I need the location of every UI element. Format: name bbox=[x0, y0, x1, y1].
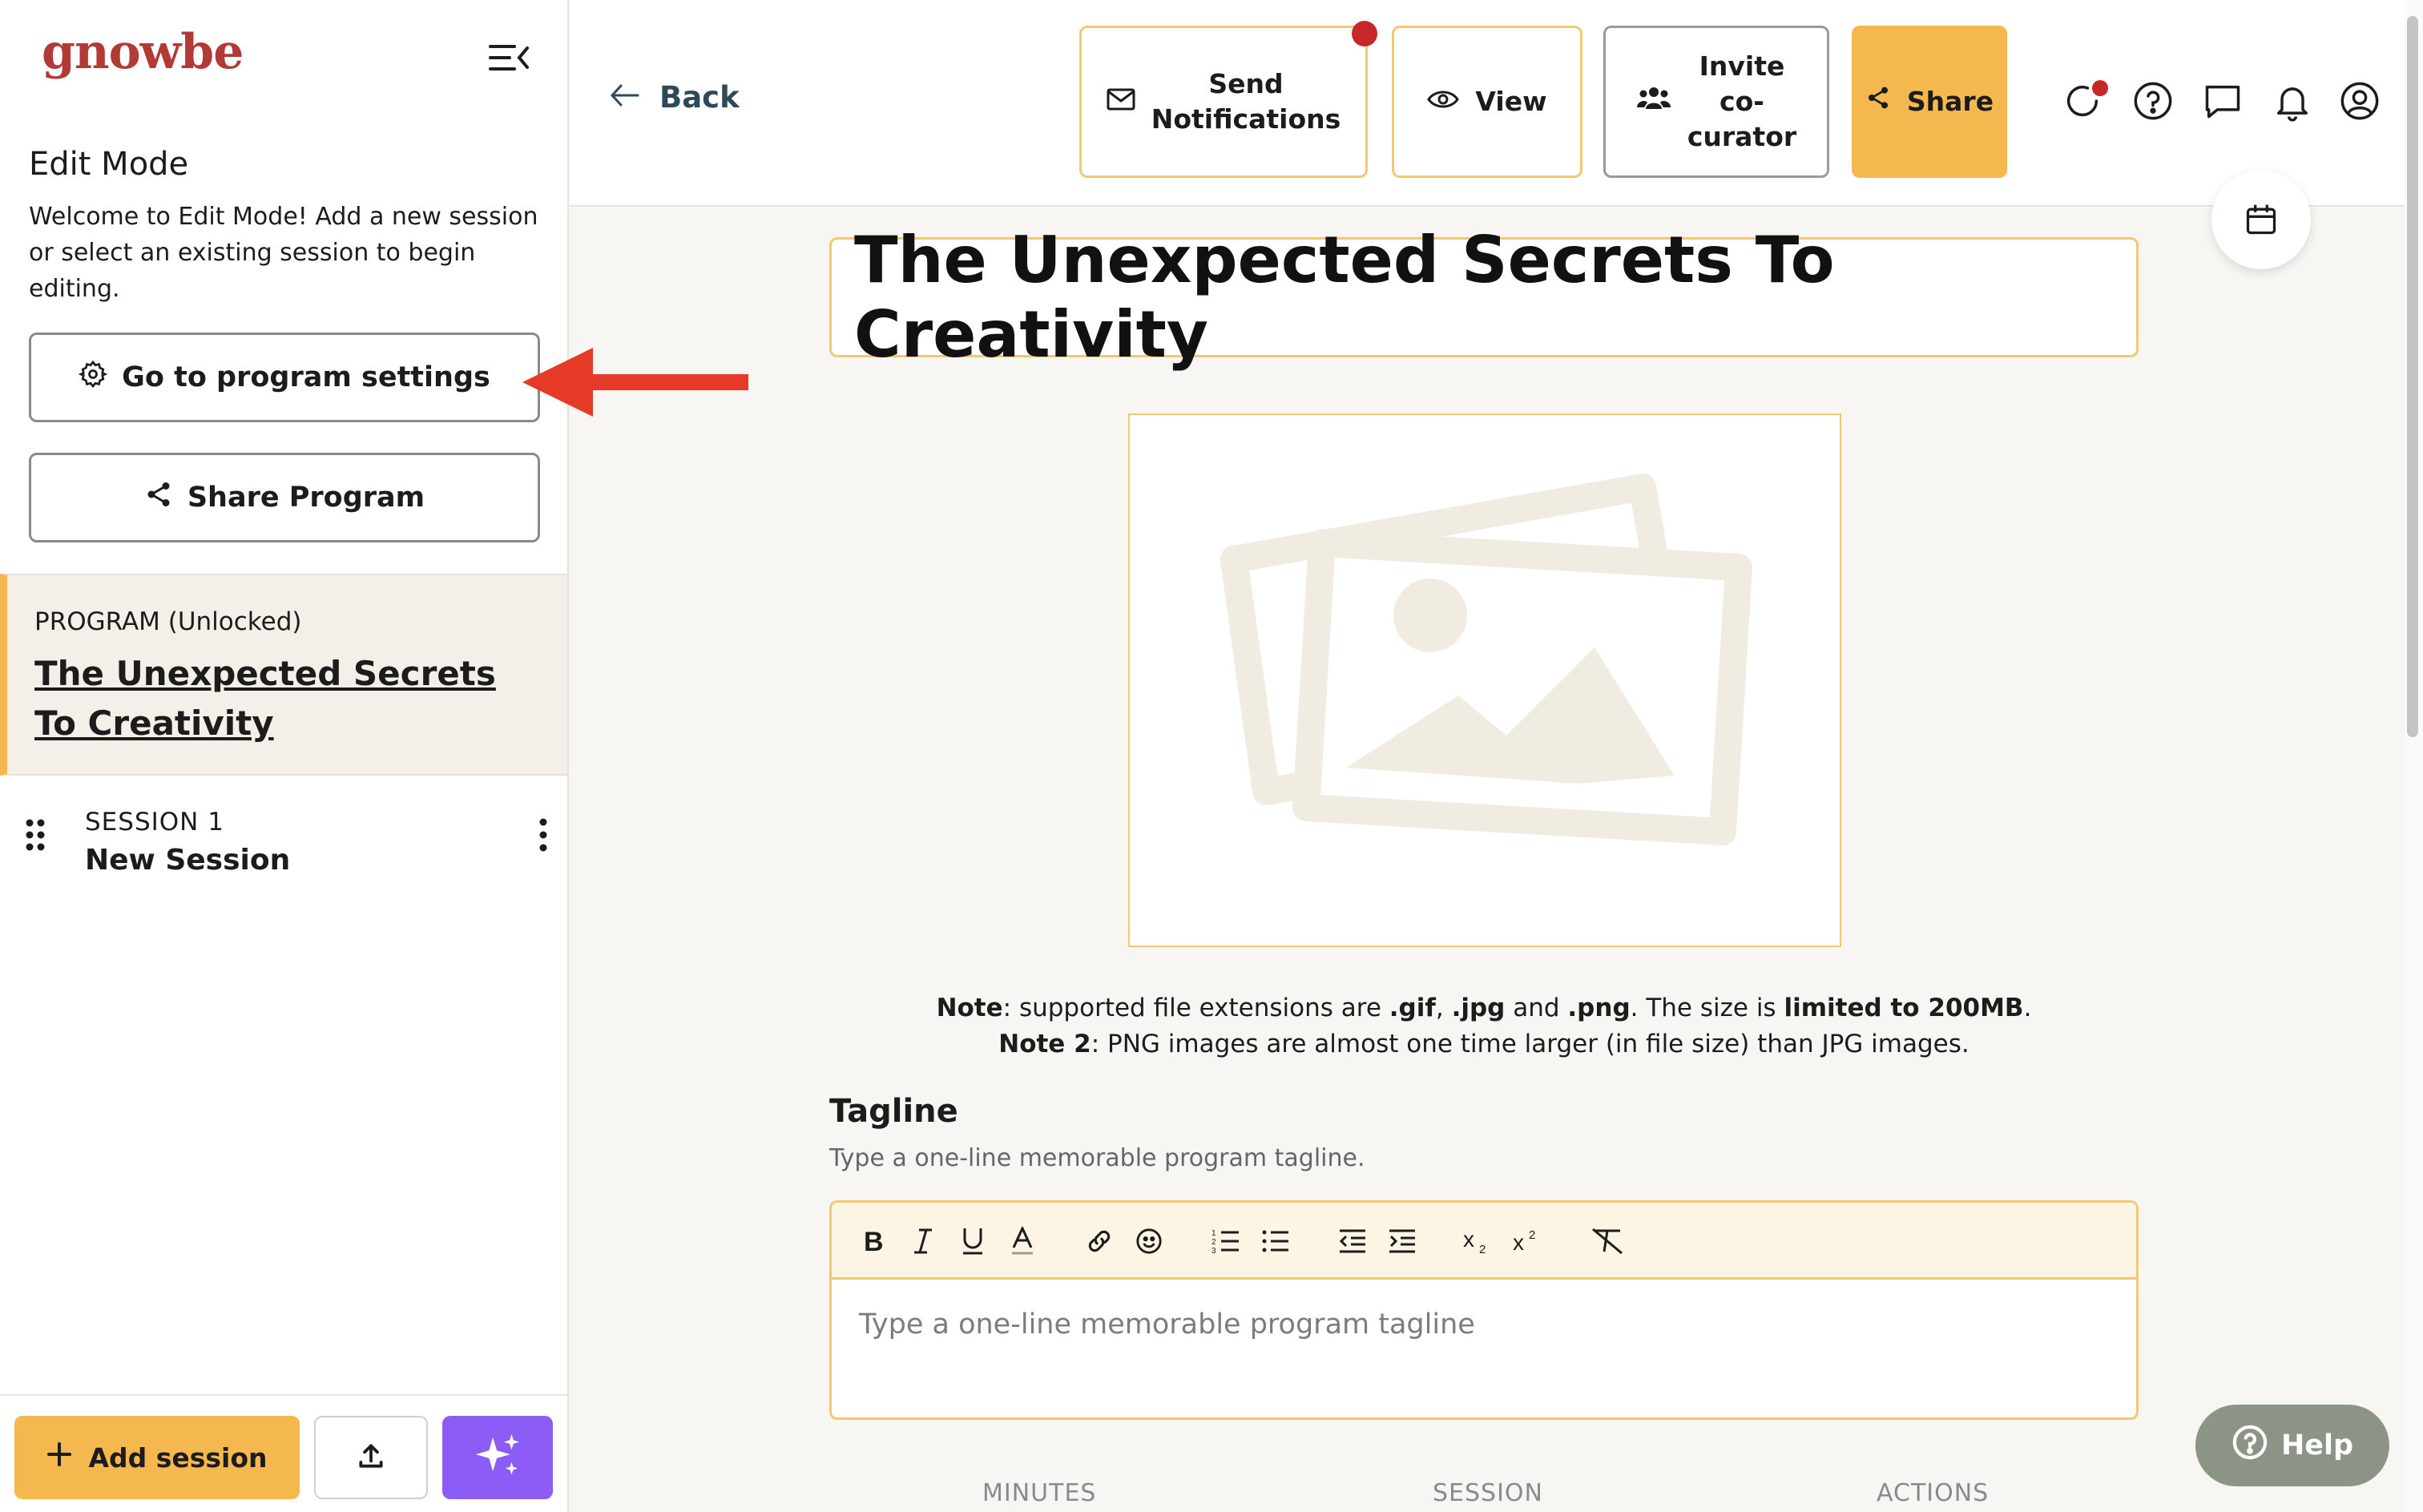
send-label-line1: Send bbox=[1208, 68, 1284, 99]
invite-cocurator-button[interactable]: Invite co- curator bbox=[1603, 26, 1829, 178]
program-title-input[interactable]: The Unexpected Secrets To Creativity bbox=[829, 223, 2139, 372]
svg-text:1: 1 bbox=[1212, 1229, 1216, 1238]
svg-text:B: B bbox=[864, 1228, 884, 1255]
help-circle-icon bbox=[2231, 1424, 2268, 1468]
bell-icon[interactable] bbox=[2272, 80, 2313, 122]
outdent-icon[interactable] bbox=[1333, 1222, 1372, 1260]
program-settings-button[interactable]: Go to program settings bbox=[29, 333, 540, 422]
note-line-2: Note 2: PNG images are almost one time l… bbox=[998, 1030, 1969, 1058]
share-button[interactable]: Share bbox=[1852, 26, 2007, 178]
add-session-button[interactable]: Add session bbox=[14, 1416, 300, 1499]
image-placeholder-icon bbox=[1220, 474, 1752, 845]
help-button[interactable]: Help bbox=[2195, 1405, 2389, 1486]
arrow-left-icon bbox=[610, 80, 640, 115]
indent-icon[interactable] bbox=[1383, 1222, 1421, 1260]
invite-label-line1: Invite bbox=[1699, 50, 1785, 82]
column-header-session: SESSION bbox=[1433, 1479, 1543, 1507]
ordered-list-icon[interactable]: 123 bbox=[1207, 1222, 1245, 1260]
program-settings-label: Go to program settings bbox=[122, 361, 490, 393]
ai-generate-button[interactable] bbox=[442, 1416, 553, 1499]
bold-icon[interactable]: B bbox=[854, 1222, 893, 1260]
program-name-link[interactable]: The Unexpected Secrets To Creativity bbox=[34, 649, 531, 748]
note-line-1: Note: supported file extensions are .gif… bbox=[936, 994, 2032, 1022]
svg-text:2: 2 bbox=[1529, 1228, 1535, 1242]
subscript-icon[interactable]: x2 bbox=[1460, 1222, 1498, 1260]
program-item[interactable]: PROGRAM (Unlocked) The Unexpected Secret… bbox=[0, 574, 567, 776]
calendar-icon[interactable] bbox=[2211, 170, 2311, 269]
help-circle-icon[interactable] bbox=[2132, 80, 2174, 122]
column-header-actions: ACTIONS bbox=[1877, 1479, 1990, 1507]
cover-image-upload[interactable] bbox=[1128, 413, 1841, 947]
share-icon bbox=[1865, 84, 1891, 119]
notification-badge bbox=[1352, 21, 1377, 46]
share-label: Share bbox=[1906, 86, 1994, 117]
share-program-label: Share Program bbox=[187, 482, 425, 514]
file-note: Note: supported file extensions are .gif… bbox=[829, 990, 2139, 1062]
session-name: New Session bbox=[85, 844, 291, 877]
view-button[interactable]: View bbox=[1392, 26, 1582, 178]
sidebar: gnowbe Edit Mode Welcome to Edit Mode! A… bbox=[0, 0, 569, 1512]
clear-format-icon[interactable] bbox=[1588, 1222, 1627, 1260]
edit-mode-title: Edit Mode bbox=[29, 146, 189, 183]
italic-icon[interactable] bbox=[904, 1222, 942, 1260]
share-program-button[interactable]: Share Program bbox=[29, 453, 540, 542]
back-label: Back bbox=[659, 80, 740, 115]
plus-icon bbox=[46, 1441, 72, 1474]
invite-label-line2: co- bbox=[1719, 86, 1764, 117]
tagline-help-text: Type a one-line memorable program taglin… bbox=[829, 1144, 1365, 1172]
session-list-item[interactable]: SESSION 1 New Session bbox=[0, 793, 567, 889]
bullet-list-icon[interactable] bbox=[1256, 1222, 1295, 1260]
send-label-line2: Notifications bbox=[1151, 103, 1341, 135]
program-status-tag: PROGRAM (Unlocked) bbox=[34, 607, 302, 636]
sidebar-footer: Add session bbox=[0, 1394, 567, 1512]
link-icon[interactable] bbox=[1080, 1222, 1119, 1260]
back-button[interactable]: Back bbox=[610, 80, 740, 115]
annotation-arrow bbox=[521, 346, 753, 418]
upload-button[interactable] bbox=[314, 1416, 428, 1499]
top-bar: Back Send Notifications View Invite co- … bbox=[570, 0, 2405, 207]
svg-text:x: x bbox=[1513, 1230, 1524, 1255]
text-color-icon[interactable] bbox=[1003, 1222, 1042, 1260]
drag-handle-icon[interactable] bbox=[26, 819, 45, 851]
eye-icon bbox=[1427, 84, 1460, 119]
mail-icon bbox=[1107, 84, 1135, 119]
share-icon bbox=[144, 480, 173, 516]
logo[interactable]: gnowbe bbox=[42, 24, 244, 80]
svg-text:x: x bbox=[1463, 1228, 1474, 1252]
scrollbar-thumb[interactable] bbox=[2407, 16, 2418, 737]
superscript-icon[interactable]: x2 bbox=[1510, 1222, 1548, 1260]
emoji-icon[interactable] bbox=[1130, 1222, 1168, 1260]
svg-text:3: 3 bbox=[1212, 1247, 1216, 1254]
kebab-icon[interactable] bbox=[534, 817, 553, 853]
send-notifications-button[interactable]: Send Notifications bbox=[1079, 26, 1368, 178]
tagline-input[interactable]: Type a one-line memorable program taglin… bbox=[832, 1280, 2136, 1417]
svg-text:2: 2 bbox=[1479, 1243, 1486, 1255]
session-number: SESSION 1 bbox=[85, 808, 224, 837]
tagline-label: Tagline bbox=[829, 1093, 958, 1130]
upload-icon bbox=[356, 1441, 386, 1474]
add-session-label: Add session bbox=[88, 1441, 268, 1474]
users-icon bbox=[1636, 84, 1671, 119]
tagline-editor: B 123 x2 x2 Type a one-line memorable pr… bbox=[829, 1200, 2139, 1420]
invite-label-line3: curator bbox=[1687, 121, 1797, 152]
chat-icon[interactable] bbox=[2202, 80, 2244, 122]
menu-collapse-icon[interactable] bbox=[487, 40, 532, 75]
view-label: View bbox=[1475, 86, 1547, 117]
help-label: Help bbox=[2280, 1429, 2354, 1462]
refresh-badge bbox=[2092, 80, 2108, 96]
editor-toolbar: B 123 x2 x2 bbox=[832, 1203, 2136, 1280]
svg-text:2: 2 bbox=[1212, 1238, 1216, 1247]
edit-mode-description: Welcome to Edit Mode! Add a new session … bbox=[29, 203, 538, 303]
column-header-minutes: MINUTES bbox=[982, 1479, 1097, 1507]
underline-icon[interactable] bbox=[953, 1222, 992, 1260]
sparkles-icon bbox=[473, 1431, 522, 1484]
user-icon[interactable] bbox=[2339, 80, 2381, 122]
gear-icon bbox=[78, 360, 108, 396]
